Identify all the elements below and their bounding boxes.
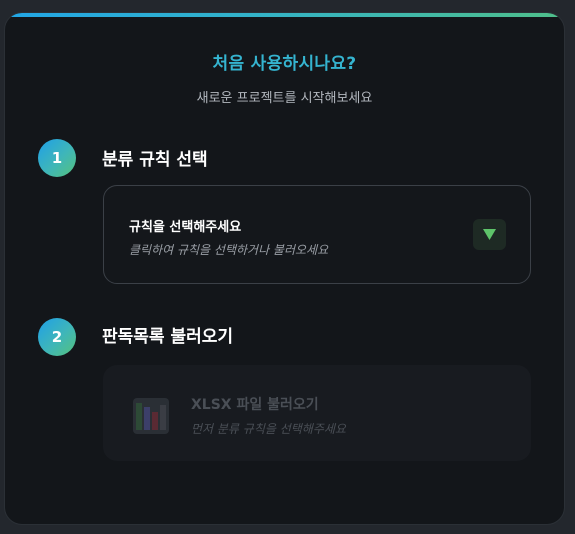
step-2-badge: 2: [38, 318, 76, 356]
chevron-down-icon: [483, 229, 496, 240]
onboarding-card: 처음 사용하시나요? 새로운 프로젝트를 시작해보세요 1 분류 규칙 선택 규…: [4, 12, 565, 525]
step-1-badge: 1: [38, 139, 76, 177]
dropdown-toggle-button[interactable]: [473, 219, 506, 250]
top-accent-bar: [5, 13, 564, 17]
page-title: 처음 사용하시나요?: [212, 54, 357, 74]
page-subtitle: 새로운 프로젝트를 시작해보세요: [196, 91, 373, 106]
step-2-title: 판독목록 불러오기: [102, 327, 234, 347]
rule-select-label: 규칙을 선택해주세요: [129, 220, 242, 235]
rule-select-dropdown[interactable]: 규칙을 선택해주세요 클릭하여 규칙을 선택하거나 불러오세요: [103, 185, 531, 284]
rule-select-hint: 클릭하여 규칙을 선택하거나 불러오세요: [129, 243, 329, 257]
xlsx-upload-label: XLSX 파일 불러오기: [191, 397, 319, 413]
step-1-title: 분류 규칙 선택: [102, 150, 208, 170]
spreadsheet-icon: [133, 398, 169, 438]
xlsx-upload-area[interactable]: XLSX 파일 불러오기 먼저 분류 규칙을 선택해주세요: [103, 365, 531, 461]
xlsx-upload-hint: 먼저 분류 규칙을 선택해주세요: [191, 422, 346, 436]
